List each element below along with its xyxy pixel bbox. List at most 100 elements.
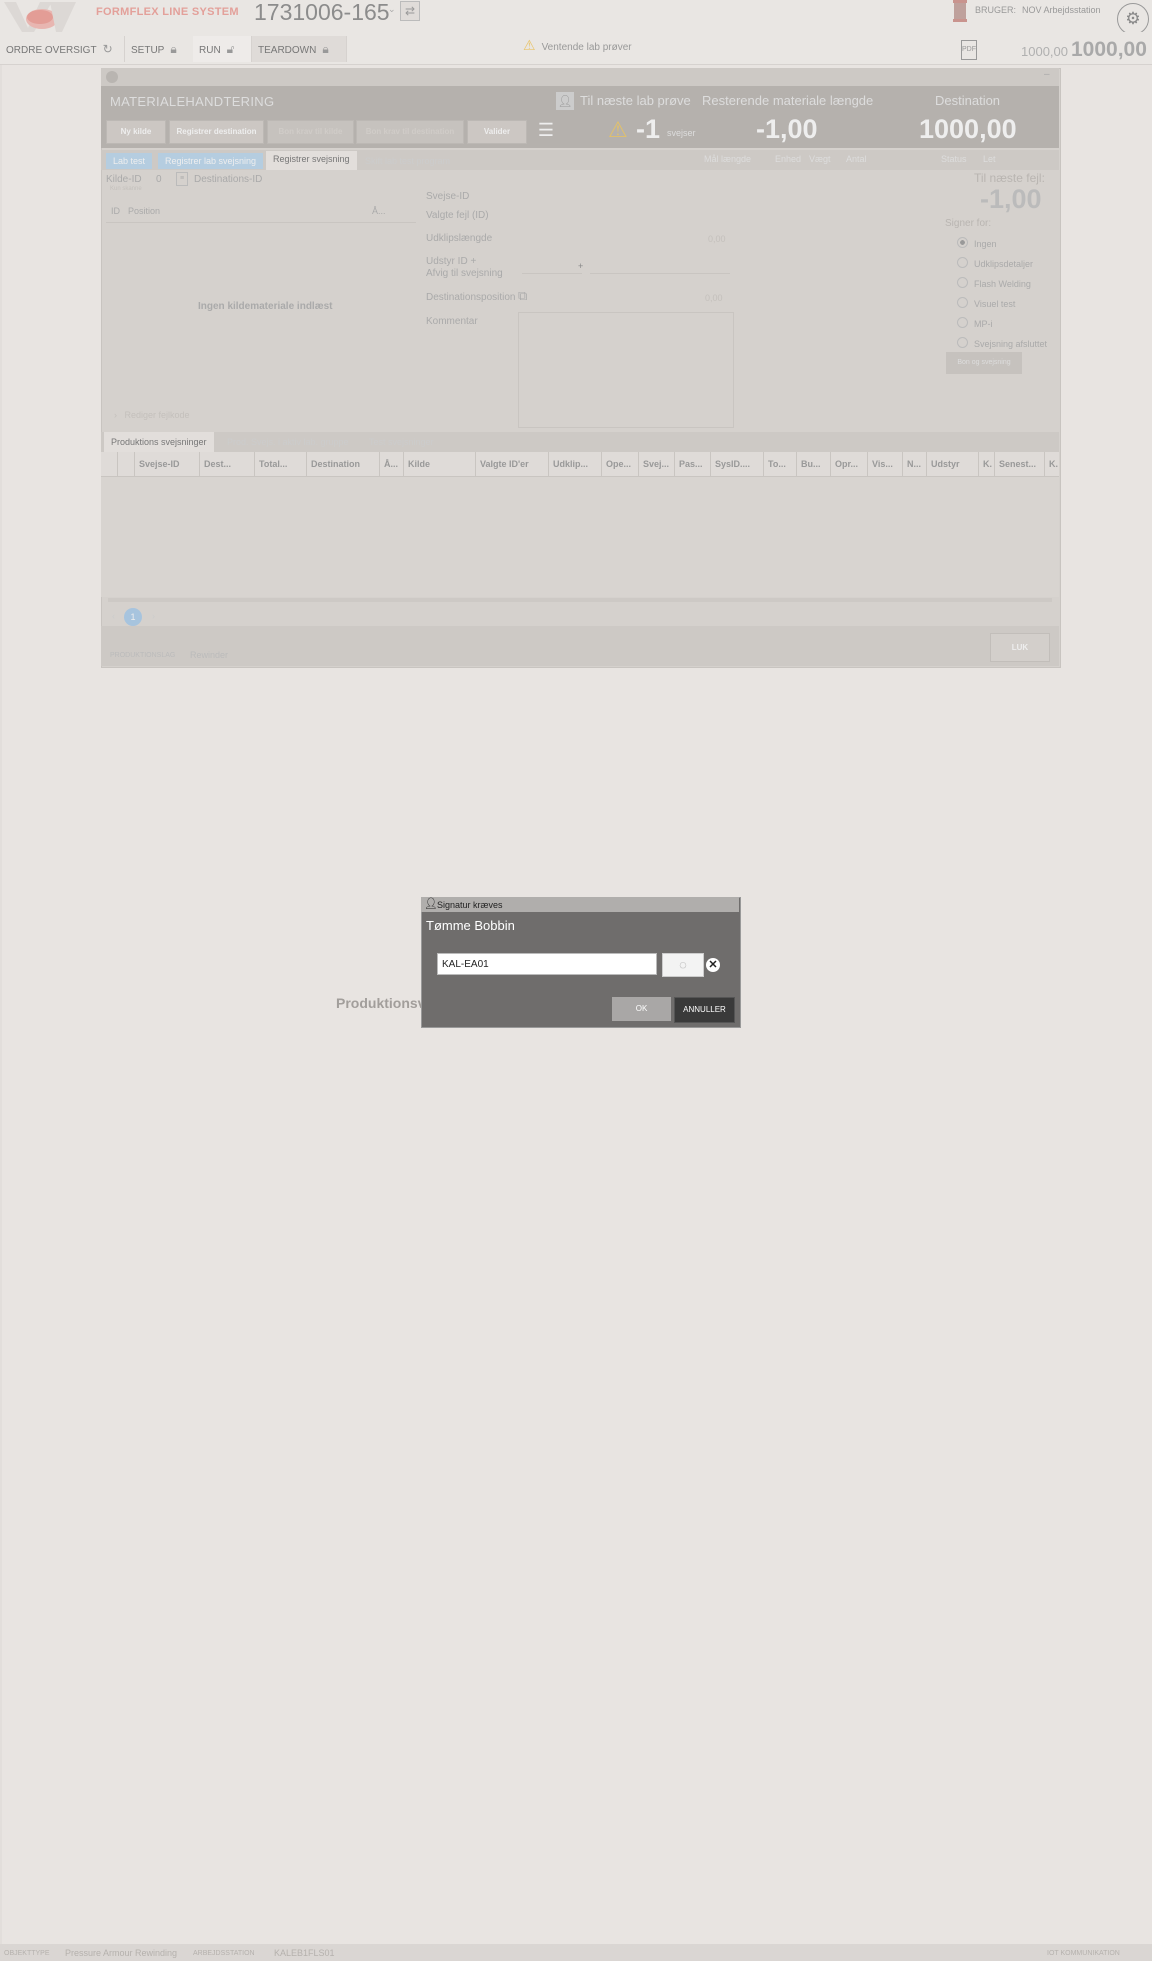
col-vis[interactable]: Vis... bbox=[868, 452, 903, 476]
col-k[interactable]: K. bbox=[979, 452, 995, 476]
pdf-icon[interactable]: PDF bbox=[961, 40, 977, 60]
pending-lab-warning[interactable]: ⚠ Ventende lab prøver bbox=[523, 37, 632, 54]
source-id-label: Kilde-ID bbox=[106, 174, 142, 185]
tab-ordre-oversigt[interactable]: ORDRE OVERSIGT ↻ bbox=[0, 36, 125, 62]
tab-register-lab-weld[interactable]: Registrer lab svejsning bbox=[158, 153, 264, 169]
col-total[interactable]: Total... bbox=[255, 452, 307, 476]
order-dropdown-icon[interactable]: ⌄ bbox=[388, 4, 396, 15]
company-emblem-icon: ⚙ bbox=[1117, 3, 1149, 35]
col-weld[interactable]: Svej... bbox=[639, 452, 675, 476]
edit-error-code-link[interactable]: › Rediger fejlkode bbox=[114, 410, 190, 420]
tab-run[interactable]: RUN 🔓︎ bbox=[193, 36, 252, 62]
material-title: MATERIALEHANDTERING bbox=[110, 94, 275, 109]
equipment-id-input[interactable] bbox=[522, 273, 582, 274]
radio-ingen[interactable]: Ingen bbox=[957, 237, 997, 249]
col-dest[interactable]: Dest... bbox=[200, 452, 255, 476]
col-pass[interactable]: Pas... bbox=[675, 452, 711, 476]
radio-checked-icon bbox=[957, 237, 968, 248]
radio-label: MP-i bbox=[974, 319, 993, 329]
no-source-message: Ingen kildemateriale indlæst bbox=[198, 301, 333, 312]
quantity-big: 1000,00 bbox=[1071, 38, 1147, 61]
workstation-value: KALEB1FLS01 bbox=[274, 1948, 335, 1958]
col-bu[interactable]: Bu... bbox=[797, 452, 831, 476]
tab-setup[interactable]: SETUP 🔒︎ bbox=[125, 36, 196, 62]
equipment-add-icon[interactable]: + bbox=[578, 261, 583, 271]
tab-test-welds[interactable]: Test svejsninger bbox=[362, 434, 441, 450]
radio-udklipsdetaljer[interactable]: Udklipsdetaljer bbox=[957, 257, 1033, 269]
tab-register-weld[interactable]: Registrer svejsning bbox=[266, 151, 357, 170]
copy-icon[interactable]: ⧉ bbox=[518, 288, 536, 306]
tab-switch-lab-program[interactable]: Skift lab test program bbox=[358, 153, 457, 169]
col-chosen-ids[interactable]: Valgte ID'er bbox=[476, 452, 549, 476]
minimize-icon[interactable]: – bbox=[1044, 69, 1050, 80]
tab-lab-test[interactable]: Lab test bbox=[106, 153, 153, 169]
col-weld-id[interactable]: Svejse-ID bbox=[135, 452, 200, 476]
col-destination[interactable]: Destination bbox=[307, 452, 380, 476]
destination-value: 1000,00 bbox=[919, 114, 1017, 144]
col-source[interactable]: Kilde bbox=[404, 452, 476, 476]
col-ope[interactable]: Ope... bbox=[602, 452, 639, 476]
pager-current-page[interactable]: 1 bbox=[124, 608, 142, 626]
swap-order-button[interactable]: ⇄ bbox=[400, 1, 420, 21]
order-number[interactable]: 1731006-165 bbox=[254, 0, 390, 26]
col-cut[interactable]: Udklip... bbox=[549, 452, 602, 476]
tab-production-welds[interactable]: Produktions svejsninger bbox=[104, 432, 214, 452]
signature-heading: Tømme Bobbin bbox=[426, 918, 515, 933]
radio-mp-i[interactable]: MP-i bbox=[957, 317, 993, 329]
clear-icon[interactable]: ✕ bbox=[706, 958, 720, 972]
object-type-value: Pressure Armour Rewinding bbox=[65, 1948, 178, 1958]
sign-and-weld-button[interactable]: Bon og svejsning bbox=[946, 352, 1022, 374]
validate-button[interactable]: Valider bbox=[467, 120, 527, 144]
new-source-button[interactable]: Ny kilde bbox=[106, 120, 166, 144]
weld-id-label: Svejse-ID bbox=[426, 191, 470, 202]
grid-col-position[interactable]: Position bbox=[128, 206, 160, 216]
menu-icon[interactable]: ☰ bbox=[536, 121, 556, 141]
user-name: NOV Arbejdsstation bbox=[1022, 5, 1101, 15]
radio-flash-welding[interactable]: Flash Welding bbox=[957, 277, 1031, 289]
person-icon: 👤︎ bbox=[556, 92, 574, 110]
cut-length-value[interactable]: 0,00 bbox=[708, 234, 726, 244]
pager-prev-icon[interactable]: ‹ bbox=[112, 611, 115, 621]
radio-weld-complete[interactable]: Svejsning afsluttet bbox=[957, 337, 1047, 349]
signature-input[interactable] bbox=[437, 953, 657, 975]
source-grid-label: Kun skanne bbox=[110, 186, 142, 192]
header-col: Status bbox=[941, 154, 967, 164]
ok-button[interactable]: OK bbox=[612, 997, 671, 1021]
col-a[interactable]: Å... bbox=[380, 452, 404, 476]
tab-active-lab-group-welds[interactable]: Prod. Svejs. i aktiv lab. gruppe bbox=[220, 434, 356, 450]
nov-logo bbox=[4, 2, 76, 32]
col-select[interactable] bbox=[101, 452, 118, 476]
radio-visual-test[interactable]: Visuel test bbox=[957, 297, 1015, 309]
refresh-icon: ↻ bbox=[102, 42, 113, 56]
col-expand[interactable] bbox=[118, 452, 135, 476]
col-to[interactable]: To... bbox=[764, 452, 797, 476]
cancel-button[interactable]: ANNULLER bbox=[674, 997, 735, 1023]
comment-textarea[interactable] bbox=[518, 312, 734, 428]
grid-col-id[interactable]: ID bbox=[111, 206, 120, 216]
radio-icon bbox=[957, 337, 968, 348]
tab-teardown[interactable]: TEARDOWN 🔒︎ bbox=[252, 36, 347, 62]
close-button[interactable]: LUK bbox=[990, 633, 1050, 662]
col-opr[interactable]: Opr... bbox=[831, 452, 868, 476]
radio-label: Ingen bbox=[974, 239, 997, 249]
horizontal-scrollbar[interactable] bbox=[108, 598, 1052, 602]
equipment-id-label: Udstyr ID + bbox=[426, 256, 477, 267]
pager-next-icon[interactable]: › bbox=[152, 611, 155, 621]
register-destination-button[interactable]: Registrer destination bbox=[169, 120, 264, 144]
col-k2[interactable]: K. bbox=[1045, 452, 1059, 476]
col-sysid[interactable]: SysID.... bbox=[711, 452, 764, 476]
weld-deviation-input[interactable] bbox=[590, 273, 730, 274]
list-icon[interactable]: ≡ bbox=[176, 172, 188, 186]
grid-col-a[interactable]: Å... bbox=[372, 206, 386, 216]
tab-label: TEARDOWN bbox=[258, 45, 317, 56]
dest-position-value[interactable]: 0,00 bbox=[705, 293, 723, 303]
col-latest[interactable]: Senest... bbox=[995, 452, 1045, 476]
user-label: BRUGER: bbox=[975, 5, 1017, 15]
header-col: Mål længde bbox=[704, 154, 752, 164]
radio-icon bbox=[957, 277, 968, 288]
source-requirement-button[interactable]: Bon krav til kilde bbox=[267, 120, 354, 144]
col-n[interactable]: N... bbox=[903, 452, 927, 476]
destination-requirement-button[interactable]: Bon krav til destination bbox=[356, 120, 464, 144]
col-equipment[interactable]: Udstyr bbox=[927, 452, 979, 476]
header-col: Antal bbox=[846, 154, 867, 164]
